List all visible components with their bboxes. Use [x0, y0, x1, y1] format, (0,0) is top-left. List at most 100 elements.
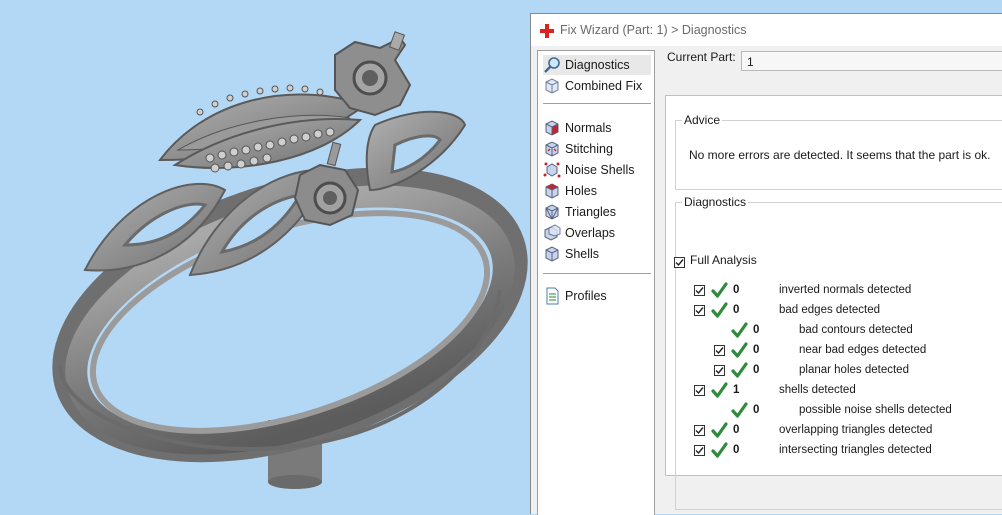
green-check-icon — [711, 442, 728, 458]
diagnostics-page: Current Part: 1 Advice No more errors ar… — [655, 46, 1002, 515]
overlaps-cube-icon — [544, 224, 561, 241]
stitching-cube-icon — [545, 141, 559, 157]
diagnostic-description: inverted normals detected — [779, 284, 912, 296]
green-check-icon — [731, 362, 748, 378]
magnifier-icon — [544, 57, 560, 73]
diagnostic-count: 0 — [753, 404, 760, 416]
shells-cube-icon — [545, 246, 559, 262]
nav-item-label: Shells — [565, 247, 600, 261]
checkmark-icon — [695, 307, 704, 315]
checkmark-icon — [715, 367, 724, 375]
wizard-nav-list: Diagnostics Combined Fix Normals Stitchi… — [537, 50, 655, 515]
green-check-icon — [711, 302, 728, 318]
current-part-label: Current Part: — [667, 50, 736, 64]
full-analysis-label: Full Analysis — [690, 253, 757, 267]
diagnostic-row: 0 bad contours detected — [666, 322, 996, 340]
diagnostics-legend: Diagnostics — [684, 195, 747, 209]
diagnostic-row: 0 intersecting triangles detected — [666, 442, 996, 460]
nav-item-overlaps[interactable]: Overlaps — [543, 223, 651, 243]
checkmark-icon — [695, 387, 704, 395]
diagnostic-row: 0 near bad edges detected — [666, 342, 996, 360]
nav-item-label: Combined Fix — [565, 79, 643, 93]
diagnostic-description: bad contours detected — [799, 324, 913, 336]
green-check-icon — [711, 382, 728, 398]
diagnostic-count: 0 — [733, 304, 740, 316]
nav-divider — [543, 273, 651, 274]
diagnostic-description: planar holes detected — [799, 364, 909, 376]
normals-cube-icon — [545, 120, 559, 136]
diagnostic-description: bad edges detected — [779, 304, 881, 316]
diagnostic-count: 0 — [753, 324, 760, 336]
diagnostic-checkbox[interactable] — [694, 305, 705, 316]
checkmark-icon — [695, 287, 704, 295]
nav-divider — [543, 103, 651, 104]
holes-cube-icon — [545, 183, 559, 199]
diagnostic-count: 0 — [753, 344, 760, 356]
green-check-icon — [711, 422, 728, 438]
diagnostic-count: 0 — [733, 424, 740, 436]
diagnostic-row: 0 overlapping triangles detected — [666, 422, 996, 440]
diagnostic-description: possible noise shells detected — [799, 404, 952, 416]
nav-item-profiles[interactable]: Profiles — [543, 286, 651, 306]
nav-item-label: Noise Shells — [565, 163, 635, 177]
nav-item-combined-fix[interactable]: Combined Fix — [543, 76, 651, 96]
advice-group: Advice No more errors are detected. It s… — [675, 113, 1002, 190]
diagnostic-checkbox[interactable] — [694, 385, 705, 396]
diagnostic-row: 0 bad edges detected — [666, 302, 996, 320]
green-check-icon — [731, 342, 748, 358]
diagnostic-row: 0 inverted normals detected — [666, 282, 996, 300]
diagnostic-description: intersecting triangles detected — [779, 444, 932, 456]
diagnostic-checkbox[interactable] — [714, 345, 725, 356]
nav-item-stitching[interactable]: Stitching — [543, 139, 651, 159]
green-check-icon — [731, 322, 748, 338]
diagnostic-checkbox[interactable] — [714, 365, 725, 376]
wizard-titlebar: Fix Wizard (Part: 1) > Diagnostics — [531, 14, 1002, 46]
nav-item-label: Normals — [565, 121, 612, 135]
nav-item-label: Triangles — [565, 205, 616, 219]
nav-item-diagnostics[interactable]: Diagnostics — [543, 55, 651, 75]
wizard-title: Fix Wizard (Part: 1) > Diagnostics — [560, 23, 747, 37]
triangles-cube-icon — [545, 204, 559, 220]
green-check-icon — [711, 282, 728, 298]
document-icon — [546, 287, 559, 305]
advice-text: No more errors are detected. It seems th… — [689, 148, 991, 162]
green-check-icon — [731, 402, 748, 418]
cube-icon — [545, 78, 559, 94]
ring-model[interactable] — [0, 0, 530, 514]
nav-item-normals[interactable]: Normals — [543, 118, 651, 138]
nav-item-label: Stitching — [565, 142, 613, 156]
diagnostic-row: 0 planar holes detected — [666, 362, 996, 380]
nav-item-triangles[interactable]: Triangles — [543, 202, 651, 222]
advice-legend: Advice — [684, 113, 721, 127]
full-analysis-checkbox[interactable] — [674, 257, 685, 268]
nav-item-shells[interactable]: Shells — [543, 244, 651, 264]
diagnostic-checkbox[interactable] — [694, 285, 705, 296]
fix-wizard-panel: Fix Wizard (Part: 1) > Diagnostics Diagn… — [530, 13, 1002, 515]
diagnostic-row: 1 shells detected — [666, 382, 996, 400]
results-panel: Advice No more errors are detected. It s… — [665, 95, 1002, 510]
diagnostic-count: 1 — [733, 384, 740, 396]
nav-item-holes[interactable]: Holes — [543, 181, 651, 201]
diagnostic-checkbox[interactable] — [694, 425, 705, 436]
checkmark-icon — [715, 347, 724, 355]
noise-shells-icon — [543, 162, 561, 178]
nav-item-label: Overlaps — [565, 226, 616, 240]
3d-viewport[interactable] — [0, 0, 530, 514]
diagnostic-row: 0 possible noise shells detected — [666, 402, 996, 420]
red-plus-icon — [540, 24, 554, 38]
current-part-field[interactable]: 1 — [741, 51, 1002, 71]
diagnostic-count: 0 — [753, 364, 760, 376]
diagnostic-count: 0 — [733, 284, 740, 296]
nav-item-label: Holes — [565, 184, 597, 198]
checkmark-icon — [695, 427, 704, 435]
nav-item-noise-shells[interactable]: Noise Shells — [543, 160, 651, 180]
diagnostic-description: shells detected — [779, 384, 856, 396]
diagnostic-description: near bad edges detected — [799, 344, 927, 356]
nav-item-label: Diagnostics — [565, 58, 630, 72]
diagnostic-checkbox[interactable] — [694, 445, 705, 456]
checkmark-icon — [675, 259, 684, 267]
diagnostic-description: overlapping triangles detected — [779, 424, 933, 436]
checkmark-icon — [695, 447, 704, 455]
nav-item-label: Profiles — [565, 289, 607, 303]
diagnostic-count: 0 — [733, 444, 740, 456]
